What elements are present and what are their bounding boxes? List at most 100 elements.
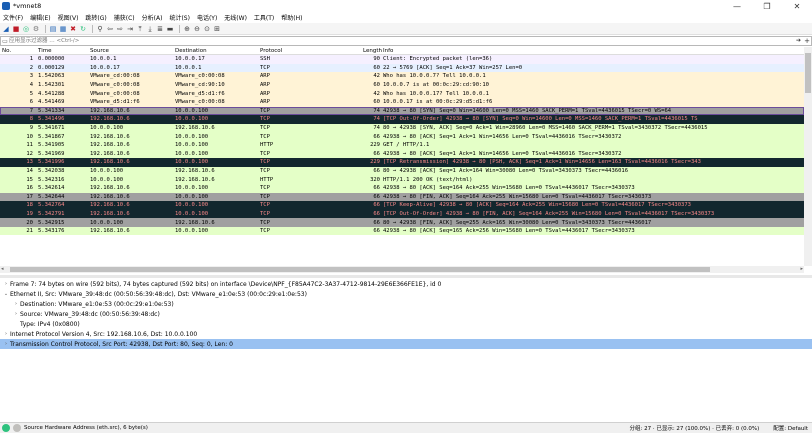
expand-arrow-icon[interactable]: › bbox=[12, 301, 20, 307]
detail-tree-item[interactable]: › Internet Protocol Version 4, Src: 192.1… bbox=[0, 329, 812, 339]
menu-item[interactable]: 电话(Y) bbox=[197, 13, 217, 22]
table-row[interactable]: 13 5.341996 192.168.10.6 10.0.0.100 TCP 229 [T… bbox=[0, 158, 804, 167]
zoom-in-icon[interactable]: ⊕ bbox=[183, 25, 191, 33]
table-row[interactable]: 6 4.541469 VMware_d5:d1:f6 VMware_c0:00:08 A… bbox=[0, 97, 804, 107]
table-row[interactable]: 19 5.342791 192.168.10.6 10.0.0.100 TCP 66 [TC… bbox=[0, 209, 804, 219]
table-row[interactable]: 16 5.342614 192.168.10.6 10.0.0.100 TCP 66 429… bbox=[0, 183, 804, 193]
save-file-icon[interactable]: ▦ bbox=[59, 25, 67, 33]
packet-no: 9 bbox=[29, 125, 33, 132]
column-header-protocol[interactable]: Protocol bbox=[260, 48, 363, 54]
capture-options-icon[interactable]: ⚙ bbox=[32, 25, 40, 33]
table-row[interactable]: 21 5.343176 192.168.10.6 10.0.0.100 TCP 66 429… bbox=[0, 226, 804, 236]
menu-item[interactable]: 文件(F) bbox=[3, 13, 23, 22]
display-filter-input[interactable] bbox=[9, 37, 794, 45]
table-row[interactable]: 3 1.542063 VMware_cd:00:08 VMware_c0:00:08 A… bbox=[0, 72, 804, 81]
close-file-icon[interactable]: ✖ bbox=[69, 25, 77, 33]
menu-item[interactable]: 工具(T) bbox=[254, 13, 274, 22]
table-row[interactable]: 11 5.341905 192.168.10.6 10.0.0.100 HTTP 229 G… bbox=[0, 140, 804, 150]
column-header-info[interactable]: Info bbox=[383, 48, 804, 54]
detail-tree-item[interactable]: › Source: VMware_39:48:dc (00:50:56:39:48… bbox=[0, 309, 812, 319]
autoscroll-icon[interactable]: ≣ bbox=[156, 25, 164, 33]
expand-arrow-icon[interactable]: › bbox=[2, 331, 10, 337]
go-forward-icon[interactable]: ⇨ bbox=[116, 25, 124, 33]
packet-length: 66 bbox=[373, 228, 380, 235]
resize-columns-icon[interactable]: ⊞ bbox=[213, 25, 221, 33]
open-file-icon[interactable]: ▤ bbox=[49, 25, 57, 33]
reload-file-icon[interactable]: ↻ bbox=[79, 25, 87, 33]
apply-filter-button[interactable]: ➔ bbox=[794, 37, 803, 45]
capture-comment-icon[interactable] bbox=[13, 424, 21, 432]
add-filter-button[interactable]: + bbox=[803, 37, 811, 45]
table-row[interactable]: 1 0.000000 10.0.0.1 10.0.0.17 SSH 90 Client: E… bbox=[0, 55, 804, 64]
minimize-button[interactable]: — bbox=[722, 0, 752, 12]
table-row[interactable]: 15 5.342316 10.0.0.100 192.168.10.6 HTTP 320 H… bbox=[0, 175, 804, 184]
menu-item[interactable]: 视图(V) bbox=[58, 13, 79, 22]
zoom-reset-icon[interactable]: ⊙ bbox=[203, 25, 211, 33]
stop-capture-icon[interactable]: ■ bbox=[12, 25, 20, 33]
menu-item[interactable]: 跳转(G) bbox=[85, 13, 106, 22]
detail-tree-item[interactable]: ⌄ Ethernet II, Src: VMware_39:48:dc (00:5… bbox=[0, 289, 812, 299]
zoom-out-icon[interactable]: ⊖ bbox=[193, 25, 201, 33]
table-row[interactable]: 2 0.000129 10.0.0.17 10.0.0.1 TCP 60 22 → 5769… bbox=[0, 63, 804, 73]
table-row[interactable]: 5 4.541288 VMware_c0:00:08 VMware_d5:d1:f6 A… bbox=[0, 89, 804, 98]
go-back-icon[interactable]: ⇦ bbox=[106, 25, 114, 33]
column-header-time[interactable]: Time bbox=[38, 48, 90, 54]
window-title: *vmnet8 bbox=[13, 2, 42, 10]
go-to-packet-icon[interactable]: ⇥ bbox=[126, 25, 134, 33]
scroll-left-icon[interactable]: ◂ bbox=[1, 266, 4, 272]
expert-info-icon[interactable] bbox=[2, 424, 10, 432]
table-row[interactable]: 18 5.342764 192.168.10.6 10.0.0.100 TCP 66 [TC… bbox=[0, 201, 804, 210]
find-packet-icon[interactable]: ⚲ bbox=[96, 25, 104, 33]
expand-arrow-icon[interactable]: › bbox=[12, 311, 20, 317]
packet-no: 21 bbox=[26, 228, 33, 235]
go-first-icon[interactable]: ⤒ bbox=[136, 25, 144, 33]
menu-item[interactable]: 分析(A) bbox=[142, 13, 163, 22]
menu-item[interactable]: 帮助(H) bbox=[281, 13, 302, 22]
colorize-icon[interactable]: ▬ bbox=[166, 25, 174, 33]
column-header-no[interactable]: No. bbox=[0, 48, 38, 54]
expand-arrow-icon[interactable]: › bbox=[2, 281, 10, 287]
table-row[interactable]: 7 5.341334 192.168.10.6 10.0.0.100 TCP 74 4293… bbox=[0, 106, 804, 116]
start-capture-icon[interactable]: ◢ bbox=[2, 25, 10, 33]
close-button[interactable]: ✕ bbox=[782, 0, 812, 12]
bookmark-icon[interactable]: ▭ bbox=[1, 38, 9, 45]
column-header-destination[interactable]: Destination bbox=[175, 48, 260, 54]
table-row[interactable]: 10 5.341867 192.168.10.6 10.0.0.100 TCP 66 429… bbox=[0, 132, 804, 141]
detail-tree-item[interactable]: › Frame 7: 74 bytes on wire (592 bits), 7… bbox=[0, 279, 812, 289]
table-row[interactable]: 14 5.342038 10.0.0.100 192.168.10.6 TCP 66 80 … bbox=[0, 166, 804, 176]
maximize-button[interactable]: ❐ bbox=[752, 0, 782, 12]
profile-selector[interactable]: 配置: Default bbox=[773, 424, 808, 432]
expand-arrow-icon[interactable]: › bbox=[2, 341, 10, 347]
scroll-right-icon[interactable]: ▸ bbox=[800, 266, 803, 272]
menu-item[interactable]: 统计(S) bbox=[169, 13, 190, 22]
column-header-length[interactable]: Length bbox=[363, 48, 383, 54]
menu-item[interactable]: 捕获(C) bbox=[114, 13, 135, 22]
table-row[interactable]: 9 5.341671 10.0.0.100 192.168.10.6 TCP 74 80 →… bbox=[0, 123, 804, 133]
packet-list-horizontal-scrollbar[interactable]: ◂ ▸ bbox=[0, 266, 804, 273]
scroll-thumb[interactable] bbox=[805, 53, 811, 93]
table-row[interactable]: 12 5.341969 192.168.10.6 10.0.0.100 TCP 66 429… bbox=[0, 149, 804, 159]
scroll-thumb[interactable] bbox=[10, 267, 710, 272]
detail-tree-item[interactable]: › Transmission Control Protocol, Src Port… bbox=[0, 339, 812, 349]
table-row[interactable]: 20 5.342915 10.0.0.100 192.168.10.6 TCP 66 80 … bbox=[0, 218, 804, 227]
packet-length: 66 bbox=[373, 168, 380, 175]
detail-tree-label: Transmission Control Protocol, Src Port:… bbox=[10, 340, 233, 348]
packet-protocol: ARP bbox=[260, 73, 270, 80]
restart-capture-icon[interactable]: ◎ bbox=[22, 25, 30, 33]
column-header-source[interactable]: Source bbox=[90, 48, 175, 54]
detail-tree-label: Ethernet II, Src: VMware_39:48:dc (00:50… bbox=[10, 290, 307, 298]
table-row[interactable]: 17 5.342644 192.168.10.6 10.0.0.100 TCP 66 429… bbox=[0, 192, 804, 202]
packet-protocol: TCP bbox=[260, 133, 270, 140]
menu-item[interactable]: 编辑(E) bbox=[30, 13, 50, 22]
table-row[interactable]: 8 5.341496 192.168.10.6 10.0.0.100 TCP 74 [TCP… bbox=[0, 115, 804, 124]
packet-source: VMware_d5:d1:f6 bbox=[90, 99, 140, 106]
detail-tree-item[interactable]: Type: IPv4 (0x0800) bbox=[0, 319, 812, 329]
detail-tree-item[interactable]: › Destination: VMware_e1:0e:53 (00:0c:29:… bbox=[0, 299, 812, 309]
packet-protocol: TCP bbox=[260, 210, 270, 217]
pane-splitter[interactable] bbox=[0, 275, 812, 278]
go-last-icon[interactable]: ⤓ bbox=[146, 25, 154, 33]
table-row[interactable]: 4 1.542301 VMware_c0:00:08 VMware_cd:90:10 A… bbox=[0, 80, 804, 90]
expand-arrow-icon[interactable]: ⌄ bbox=[2, 291, 10, 297]
packet-list-vertical-scrollbar[interactable] bbox=[804, 47, 812, 266]
menu-item[interactable]: 无线(W) bbox=[224, 13, 247, 22]
